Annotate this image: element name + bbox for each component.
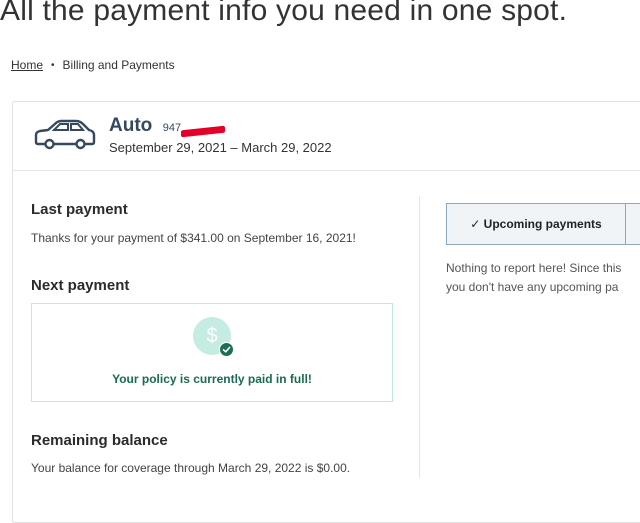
policy-title: Auto 947 bbox=[109, 115, 225, 138]
last-payment-text: Thanks for your payment of $341.00 on Se… bbox=[31, 231, 356, 245]
dollar-icon: $ bbox=[193, 317, 234, 357]
payments-tabbar: ✓ Upcoming payments bbox=[446, 203, 640, 245]
paid-status-text: Your policy is currently paid in full! bbox=[112, 372, 312, 386]
policy-name: Auto bbox=[109, 115, 153, 136]
last-payment-heading: Last payment bbox=[31, 201, 128, 218]
remaining-balance-heading: Remaining balance bbox=[31, 432, 168, 449]
remaining-balance-text: Your balance for coverage through March … bbox=[31, 461, 351, 475]
redaction-mark bbox=[180, 125, 225, 138]
breadcrumb-separator: • bbox=[51, 59, 55, 71]
checkmark-icon bbox=[219, 342, 234, 357]
upcoming-note-line1: Nothing to report here! Since this bbox=[446, 261, 622, 275]
page-heading: All the payment info you need in one spo… bbox=[0, 0, 568, 27]
breadcrumb-current: Billing and Payments bbox=[62, 58, 175, 72]
paid-in-full-box: $ Your policy is currently paid in full! bbox=[31, 303, 393, 402]
upcoming-note-line2: you don't have any upcoming pa bbox=[446, 280, 619, 294]
policy-number: 947 bbox=[162, 122, 225, 138]
policy-billing-card: Auto 947 September 29, 2021 – March 29, … bbox=[12, 101, 640, 523]
tab-upcoming-payments[interactable]: ✓ Upcoming payments bbox=[447, 204, 626, 244]
policy-period: September 29, 2021 – March 29, 2022 bbox=[109, 140, 332, 155]
breadcrumb-home-link[interactable]: Home bbox=[11, 58, 43, 72]
column-divider bbox=[419, 196, 420, 478]
car-icon bbox=[34, 119, 96, 150]
next-payment-heading: Next payment bbox=[31, 277, 130, 294]
policy-header: Auto 947 September 29, 2021 – March 29, … bbox=[13, 102, 640, 171]
breadcrumb: Home • Billing and Payments bbox=[11, 58, 175, 72]
policy-number-visible: 947 bbox=[162, 122, 182, 134]
